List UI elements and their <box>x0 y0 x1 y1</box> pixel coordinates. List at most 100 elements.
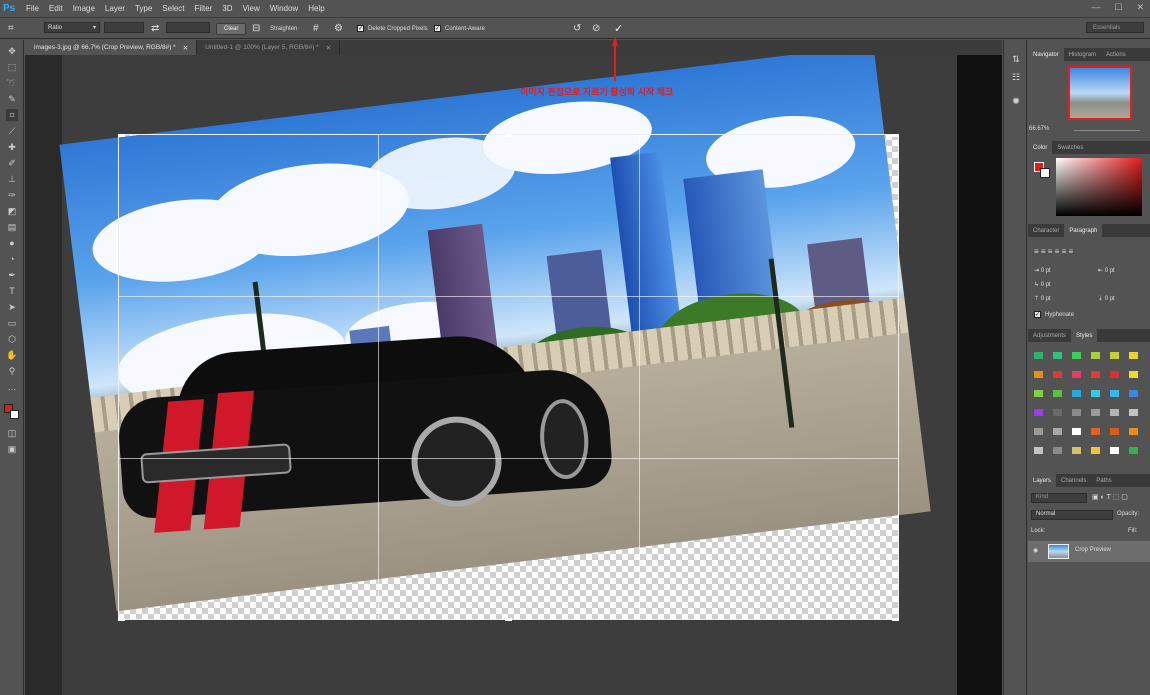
crop-tool-icon[interactable]: ⌗ <box>6 109 18 121</box>
bg-color[interactable] <box>1040 168 1050 178</box>
brush-tool-icon[interactable]: ✐ <box>6 157 18 169</box>
rotate-left-icon[interactable]: ↺ <box>573 22 581 35</box>
gradient-tool-icon[interactable]: ▤ <box>6 221 18 233</box>
style-swatch[interactable] <box>1091 390 1100 397</box>
layer-filter-select[interactable]: Kind <box>1031 493 1087 503</box>
style-swatch[interactable] <box>1072 371 1081 378</box>
menu-filter[interactable]: Filter <box>195 4 213 13</box>
move-tool-icon[interactable]: ✥ <box>6 45 18 57</box>
space-after-field[interactable]: ⇣ 0 pt <box>1098 295 1115 302</box>
menu-view[interactable]: View <box>243 4 260 13</box>
crop-handle-top-right[interactable] <box>892 134 899 137</box>
style-swatch[interactable] <box>1110 409 1119 416</box>
style-swatch[interactable] <box>1072 409 1081 416</box>
crop-box[interactable] <box>118 134 899 620</box>
maximize-button[interactable]: ☐ <box>1114 2 1122 13</box>
shape-tool-icon[interactable]: ▭ <box>6 317 18 329</box>
screen-mode-icon[interactable]: ▣ <box>6 443 18 455</box>
blur-tool-icon[interactable]: ● <box>6 237 18 249</box>
style-swatch[interactable] <box>1091 371 1100 378</box>
adjust-icon[interactable]: ✺ <box>1010 96 1022 108</box>
tab-untitled-1[interactable]: Untitled-1 @ 100% (Layer 5, RGB/8#) * ✕ <box>197 40 341 55</box>
style-swatch[interactable] <box>1110 428 1119 435</box>
menu-image[interactable]: Image <box>73 4 95 13</box>
color-picker-field[interactable] <box>1056 158 1142 216</box>
lasso-tool-icon[interactable]: ➰ <box>6 77 18 89</box>
style-swatch[interactable] <box>1072 352 1081 359</box>
tab-character[interactable]: Character <box>1028 224 1064 237</box>
style-swatch[interactable] <box>1034 390 1043 397</box>
workspace-select[interactable]: Essentials <box>1086 22 1144 33</box>
straighten-icon[interactable]: ⊟ <box>252 22 260 35</box>
ratio-height-field[interactable] <box>166 22 210 33</box>
style-swatch[interactable] <box>1129 352 1138 359</box>
indent-right-field[interactable]: ⇤ 0 pt <box>1098 267 1115 274</box>
delete-cropped-checkbox[interactable]: ✓ Delete Cropped Pixels <box>357 22 428 35</box>
crop-handle-top-left[interactable] <box>118 134 125 137</box>
style-swatch[interactable] <box>1091 428 1100 435</box>
first-line-field[interactable]: ↳ 0 pt <box>1034 281 1051 288</box>
hand-tool-icon[interactable]: ✋ <box>6 349 18 361</box>
crop-tool-icon[interactable]: ⌗ <box>8 22 14 35</box>
menu-3d[interactable]: 3D <box>222 4 232 13</box>
tab-layers[interactable]: Layers <box>1028 474 1057 487</box>
style-swatch[interactable] <box>1110 390 1119 397</box>
eyedropper-tool-icon[interactable]: ⟋ <box>6 125 18 137</box>
layer-filter-icons[interactable]: ▣ ◐ T ⬚ ▢ <box>1092 493 1128 501</box>
style-swatch[interactable] <box>1053 428 1062 435</box>
properties-icon[interactable]: ☷ <box>1010 72 1022 84</box>
quick-select-tool-icon[interactable]: ✎ <box>6 93 18 105</box>
history-icon[interactable]: ⇅ <box>1010 54 1022 66</box>
style-swatch[interactable] <box>1091 447 1100 454</box>
crop-handle-bottom[interactable] <box>505 618 512 621</box>
background-color-swatch[interactable] <box>10 410 19 419</box>
menu-edit[interactable]: Edit <box>49 4 63 13</box>
crop-handle-top[interactable] <box>505 134 512 137</box>
cancel-icon[interactable]: ⊘ <box>592 22 600 35</box>
style-swatch[interactable] <box>1129 447 1138 454</box>
stamp-tool-icon[interactable]: ⊥ <box>6 173 18 185</box>
tab-actions[interactable]: Actions <box>1101 48 1131 61</box>
style-swatch[interactable] <box>1110 371 1119 378</box>
style-swatch[interactable] <box>1053 447 1062 454</box>
style-swatch[interactable] <box>1053 390 1062 397</box>
straighten-label[interactable]: Straighten <box>270 22 297 35</box>
menu-window[interactable]: Window <box>270 4 298 13</box>
menu-help[interactable]: Help <box>308 4 324 13</box>
tab-styles[interactable]: Styles <box>1071 329 1098 342</box>
checkmark-icon[interactable]: ✓ <box>614 22 623 35</box>
tab-images-3[interactable]: images-3.jpg @ 66.7% (Crop Preview, RGB/… <box>26 40 198 55</box>
pen-tool-icon[interactable]: ✒ <box>6 269 18 281</box>
ratio-width-field[interactable] <box>104 22 144 33</box>
close-icon[interactable]: ✕ <box>326 44 331 52</box>
zoom-tool-icon[interactable]: ⚲ <box>6 365 18 377</box>
style-swatch[interactable] <box>1072 390 1081 397</box>
3d-tool-icon[interactable]: ⬡ <box>6 333 18 345</box>
style-swatch[interactable] <box>1110 447 1119 454</box>
style-swatch[interactable] <box>1053 352 1062 359</box>
history-brush-icon[interactable]: ✑ <box>6 189 18 201</box>
style-swatch[interactable] <box>1034 428 1043 435</box>
style-swatch[interactable] <box>1053 409 1062 416</box>
indent-left-field[interactable]: ⇥ 0 pt <box>1034 267 1051 274</box>
tab-adjustments[interactable]: Adjustments <box>1028 329 1071 342</box>
tab-channels[interactable]: Channels <box>1056 474 1091 487</box>
grid-overlay-icon[interactable]: # <box>313 22 319 35</box>
style-swatch[interactable] <box>1129 371 1138 378</box>
style-swatch[interactable] <box>1110 352 1119 359</box>
hyphenate-checkbox[interactable]: ✓ Hyphenate <box>1034 311 1074 318</box>
clear-button[interactable]: Clear <box>216 22 247 35</box>
style-swatch[interactable] <box>1072 447 1081 454</box>
zoom-slider[interactable] <box>1074 130 1140 131</box>
style-swatch[interactable] <box>1129 428 1138 435</box>
tab-histogram[interactable]: Histogram <box>1064 48 1101 61</box>
style-swatch[interactable] <box>1091 409 1100 416</box>
align-icons[interactable]: ≡ ≡ ≡ ≡ ≡ ≡ <box>1034 247 1073 256</box>
menu-type[interactable]: Type <box>135 4 152 13</box>
gear-icon[interactable]: ⚙ <box>334 22 343 35</box>
dodge-tool-icon[interactable]: ◔ <box>6 253 18 265</box>
ratio-select[interactable]: Ratio ▾ <box>44 22 100 33</box>
close-button[interactable]: ✕ <box>1136 2 1144 13</box>
style-swatch[interactable] <box>1072 428 1081 435</box>
more-tools-icon[interactable]: … <box>6 381 18 393</box>
